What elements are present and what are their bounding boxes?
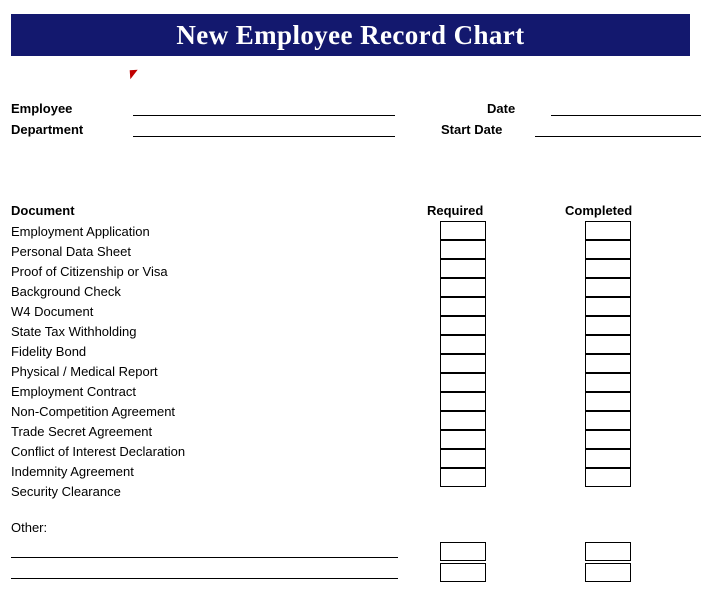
completed-checkbox[interactable] — [585, 259, 631, 278]
column-header-required: Required — [427, 203, 484, 218]
required-checkbox[interactable] — [440, 430, 486, 449]
other-required-checkbox[interactable] — [440, 563, 486, 582]
list-item: Physical / Medical Report — [11, 364, 158, 379]
completed-checkbox[interactable] — [585, 278, 631, 297]
other-completed-checkbox[interactable] — [585, 563, 631, 582]
title-bar: New Employee Record Chart — [11, 14, 690, 56]
required-checkbox[interactable] — [440, 449, 486, 468]
required-checkbox[interactable] — [440, 411, 486, 430]
completed-checkbox[interactable] — [585, 297, 631, 316]
date-label: Date — [487, 101, 516, 116]
required-checkbox[interactable] — [440, 373, 486, 392]
list-item: Personal Data Sheet — [11, 244, 131, 259]
list-item: Employment Application — [11, 224, 150, 239]
required-checkbox[interactable] — [440, 297, 486, 316]
required-checkbox[interactable] — [440, 335, 486, 354]
list-item: Conflict of Interest Declaration — [11, 444, 186, 459]
other-input-line-2[interactable] — [11, 578, 398, 579]
list-item: Proof of Citizenship or Visa — [11, 264, 168, 279]
completed-checkbox[interactable] — [585, 392, 631, 411]
other-completed-checkbox[interactable] — [585, 542, 631, 561]
completed-checkbox[interactable] — [585, 335, 631, 354]
completed-checkbox[interactable] — [585, 411, 631, 430]
department-input-line[interactable] — [133, 136, 395, 137]
completed-checkbox[interactable] — [585, 449, 631, 468]
other-required-checkbox[interactable] — [440, 542, 486, 561]
completed-checkbox[interactable] — [585, 316, 631, 335]
mouse-cursor-icon — [129, 69, 139, 80]
list-item: Trade Secret Agreement — [11, 424, 153, 439]
completed-checkbox[interactable] — [585, 468, 631, 487]
required-checkbox[interactable] — [440, 240, 486, 259]
list-item: State Tax Withholding — [11, 324, 137, 339]
completed-checkbox[interactable] — [585, 240, 631, 259]
required-checkbox[interactable] — [440, 468, 486, 487]
list-item: W4 Document — [11, 304, 94, 319]
date-input-line[interactable] — [551, 115, 701, 116]
list-item: Security Clearance — [11, 484, 121, 499]
required-checkbox[interactable] — [440, 259, 486, 278]
required-checkbox[interactable] — [440, 221, 486, 240]
required-checkbox[interactable] — [440, 392, 486, 411]
completed-checkbox[interactable] — [585, 221, 631, 240]
completed-checkbox[interactable] — [585, 430, 631, 449]
list-item: Fidelity Bond — [11, 344, 87, 359]
other-label: Other: — [11, 520, 48, 535]
completed-checkbox[interactable] — [585, 373, 631, 392]
column-header-completed: Completed — [565, 203, 633, 218]
list-item: Employment Contract — [11, 384, 136, 399]
list-item: Non-Competition Agreement — [11, 404, 176, 419]
employee-label: Employee — [11, 101, 73, 116]
required-checkbox[interactable] — [440, 278, 486, 297]
column-header-document: Document — [11, 203, 75, 218]
required-checkbox[interactable] — [440, 354, 486, 373]
start-date-label: Start Date — [441, 122, 503, 137]
completed-checkbox[interactable] — [585, 354, 631, 373]
other-input-line-1[interactable] — [11, 557, 398, 558]
list-item: Indemnity Agreement — [11, 464, 134, 479]
required-checkbox[interactable] — [440, 316, 486, 335]
employee-record-chart-page: New Employee Record Chart Employee Depar… — [0, 0, 701, 612]
list-item: Background Check — [11, 284, 121, 299]
page-title: New Employee Record Chart — [176, 19, 525, 50]
employee-input-line[interactable] — [133, 115, 395, 116]
department-label: Department — [11, 122, 84, 137]
start-date-input-line[interactable] — [535, 136, 701, 137]
